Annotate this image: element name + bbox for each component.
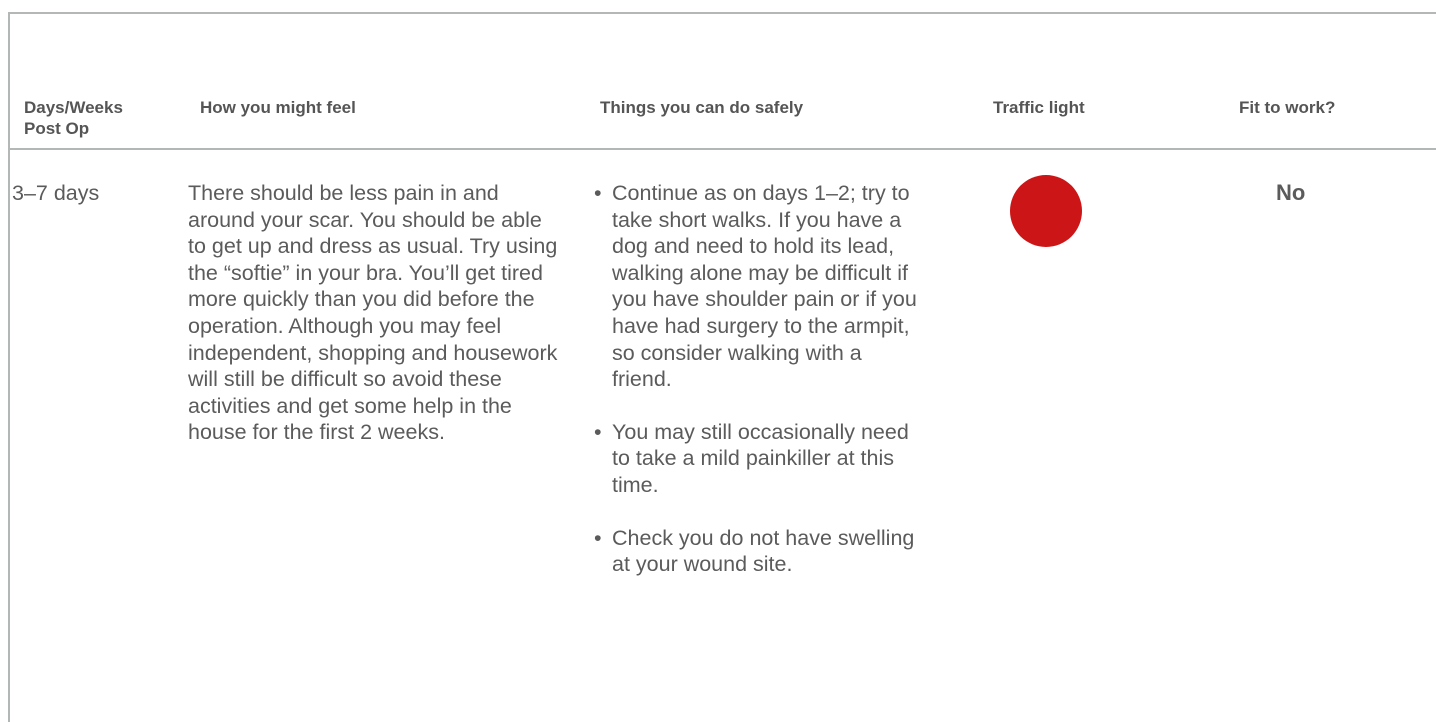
list-item: • You may still occasionally need to take… (594, 419, 909, 497)
bullet-icon: • (594, 419, 602, 444)
cell-days: 3–7 days (12, 181, 100, 205)
header-divider (10, 148, 1436, 150)
list-item: • Continue as on days 1–2; try to take sh… (594, 181, 917, 392)
header-things: Things you can do safely (600, 98, 804, 117)
header-fit-to-work: Fit to work? (1239, 98, 1336, 117)
bullet-icon: • (594, 181, 602, 205)
traffic-light-red-icon (1010, 175, 1082, 247)
cell-how-you-might-feel: There should be less pain in and around … (188, 181, 558, 445)
header-traffic-light: Traffic light (993, 98, 1085, 117)
bullet-icon: • (594, 525, 602, 550)
cell-fit-to-work: No (1276, 180, 1306, 205)
header-feel: How you might feel (200, 98, 356, 117)
header-days: Days/Weeks Post Op (24, 98, 123, 138)
things-list: • Continue as on days 1–2; try to take sh… (590, 180, 920, 578)
list-item: • Check you do not have swelling at your … (594, 525, 915, 577)
table-header-row: Days/Weeks Post Op How you might feel Th… (10, 14, 1436, 149)
cell-things-you-can-do: • Continue as on days 1–2; try to take sh… (590, 180, 920, 604)
